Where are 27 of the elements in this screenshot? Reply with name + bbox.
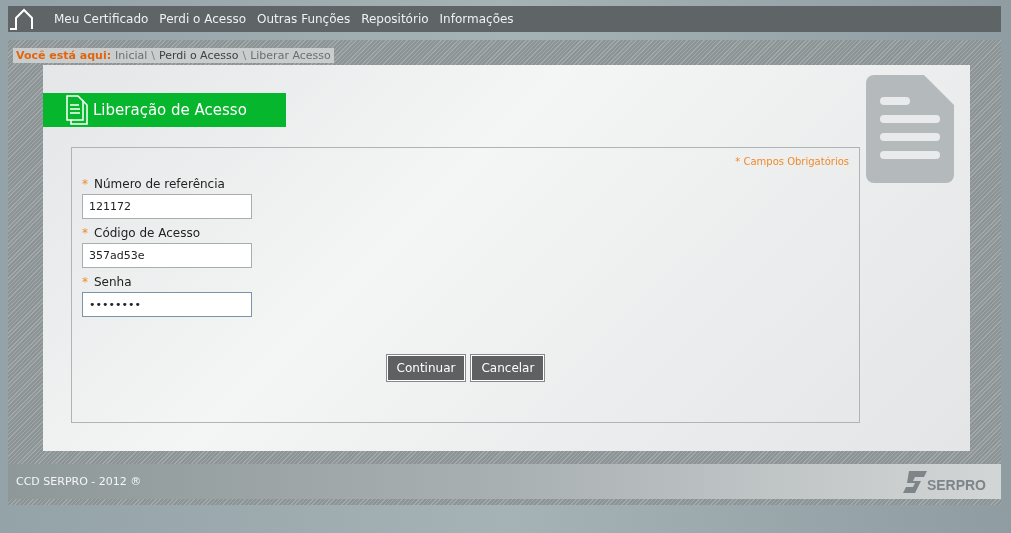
breadcrumb-label: Você está aqui:: [16, 49, 112, 62]
field-label: Código de Acesso: [94, 226, 201, 240]
required-mark: *: [82, 226, 88, 240]
required-mark: *: [82, 275, 88, 289]
footer-text: CCD SERPRO - 2012 ®: [16, 475, 142, 488]
required-note: * Campos Obrigatórios: [734, 156, 849, 169]
nav-link[interactable]: Outras Funções: [257, 12, 351, 26]
logo-icon: [902, 470, 927, 493]
breadcrumb-link[interactable]: Liberar Acesso: [250, 49, 331, 62]
input-field[interactable]: 357ad53e: [82, 243, 252, 268]
breadcrumb-link[interactable]: Inicial: [115, 49, 148, 62]
nav-link[interactable]: Informações: [439, 12, 514, 26]
breadcrumb-link[interactable]: Perdi o Acesso: [159, 49, 239, 62]
breadcrumb-separator: \: [151, 49, 155, 62]
input-field[interactable]: 121172: [82, 194, 252, 219]
breadcrumb-separator: \: [242, 49, 247, 62]
field-label: Senha: [94, 275, 132, 289]
nav-link[interactable]: Repositório: [361, 12, 429, 26]
input-field[interactable]: ••••••••: [82, 292, 252, 317]
logo-text: SERPRO: [926, 476, 986, 493]
page-title: Liberação de Acesso: [93, 101, 247, 119]
nav-link[interactable]: Meu Certificado: [54, 12, 149, 26]
form-button[interactable]: Cancelar: [471, 355, 545, 381]
form-button[interactable]: Continuar: [386, 355, 466, 381]
required-mark: *: [82, 177, 88, 191]
nav-link[interactable]: Perdi o Acesso: [159, 12, 247, 26]
field-label: Número de referência: [94, 177, 225, 191]
